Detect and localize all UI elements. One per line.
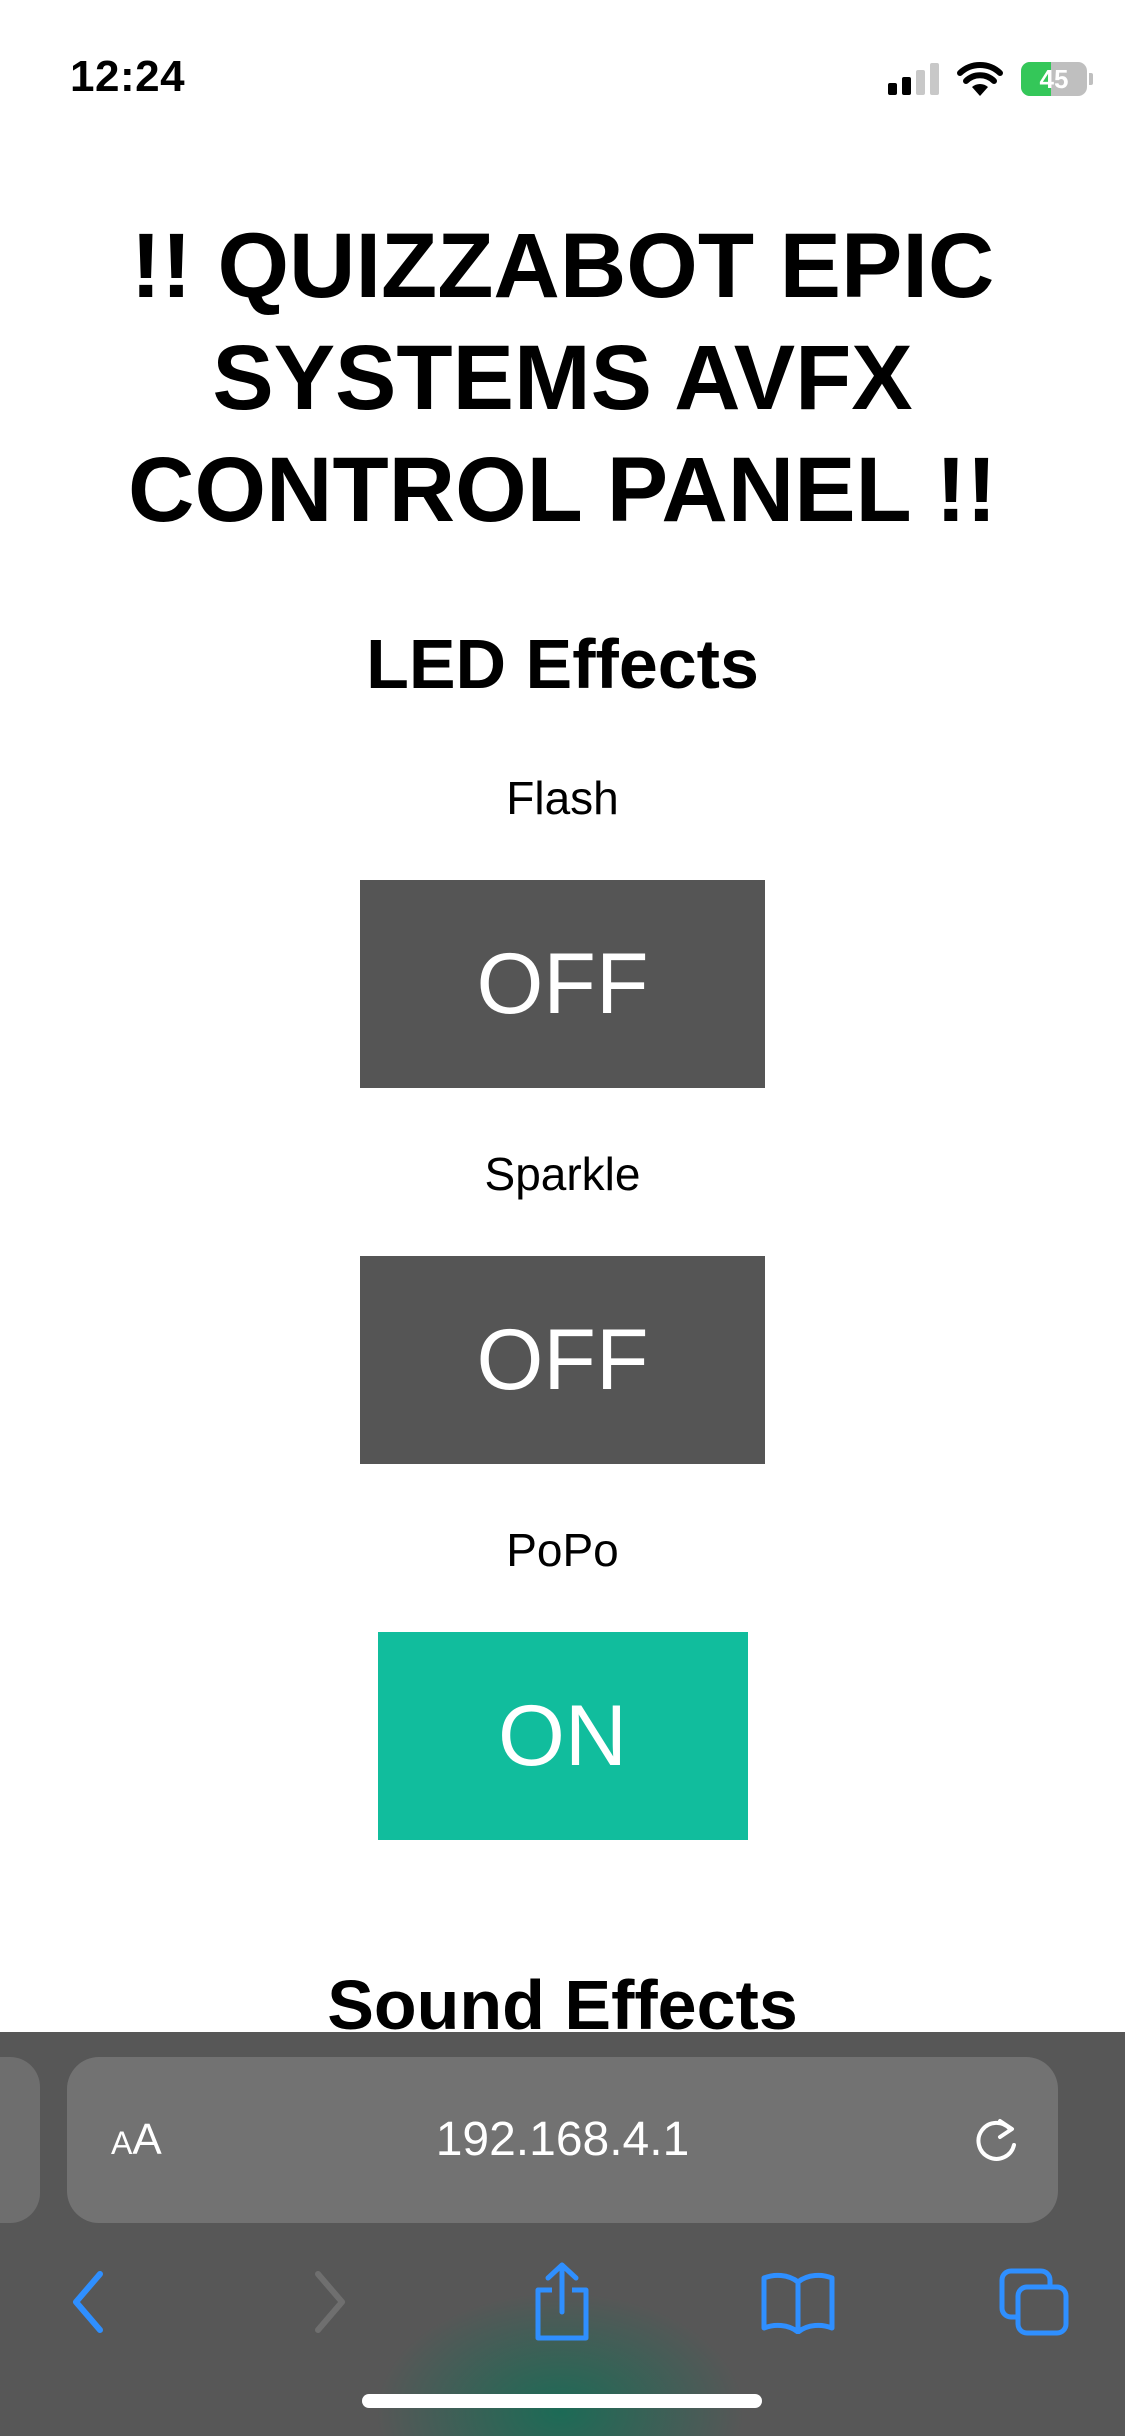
address-bar[interactable]: AA 192.168.4.1 [67,2057,1058,2223]
forward-button[interactable] [290,2252,370,2352]
battery-charging-icon: 45 [1021,62,1093,96]
cellular-signal-icon [888,63,939,95]
reload-icon[interactable] [970,2115,1022,2167]
previous-tab-edge[interactable] [0,2057,40,2223]
battery-percent: 45 [1039,64,1069,94]
forward-icon [315,2271,345,2333]
status-bar: 12:24 45 [0,0,1125,150]
page: 12:24 45 !! QUIZZABOT EPIC SYSTEMS AVFX … [0,0,1125,2436]
wifi-icon [957,62,1003,96]
tabs-button[interactable] [994,2252,1074,2352]
url-text[interactable]: 192.168.4.1 [67,2057,1058,2223]
popo-toggle-button[interactable]: ON [377,1632,748,1840]
browser-toolbar [0,2252,1125,2352]
effect-sparkle: Sparkle OFF [0,1144,1125,1464]
browser-bottom-bar: AA 192.168.4.1 [0,2032,1125,2436]
tabs-icon [999,2268,1069,2336]
effect-label-popo: PoPo [506,1524,619,1576]
back-button[interactable] [48,2252,128,2352]
status-time: 12:24 [70,52,186,101]
share-button[interactable] [522,2252,602,2352]
bookmarks-icon [761,2272,835,2334]
page-title: !! QUIZZABOT EPIC SYSTEMS AVFX CONTROL P… [128,215,997,541]
share-icon [535,2262,589,2341]
effect-label-flash: Flash [506,772,619,824]
control-panel: !! QUIZZABOT EPIC SYSTEMS AVFX CONTROL P… [0,210,1125,1840]
back-icon [73,2271,103,2333]
effect-label-sparkle: Sparkle [484,1148,641,1200]
effect-popo: PoPo ON [0,1520,1125,1840]
led-effects-heading: LED Effects [366,625,759,703]
home-indicator[interactable] [362,2394,762,2408]
bookmarks-button[interactable] [758,2252,838,2352]
sparkle-toggle-button[interactable]: OFF [360,1256,765,1464]
effect-flash: Flash OFF [0,768,1125,1088]
status-icons: 45 [888,62,1093,96]
flash-toggle-button[interactable]: OFF [360,880,765,1088]
